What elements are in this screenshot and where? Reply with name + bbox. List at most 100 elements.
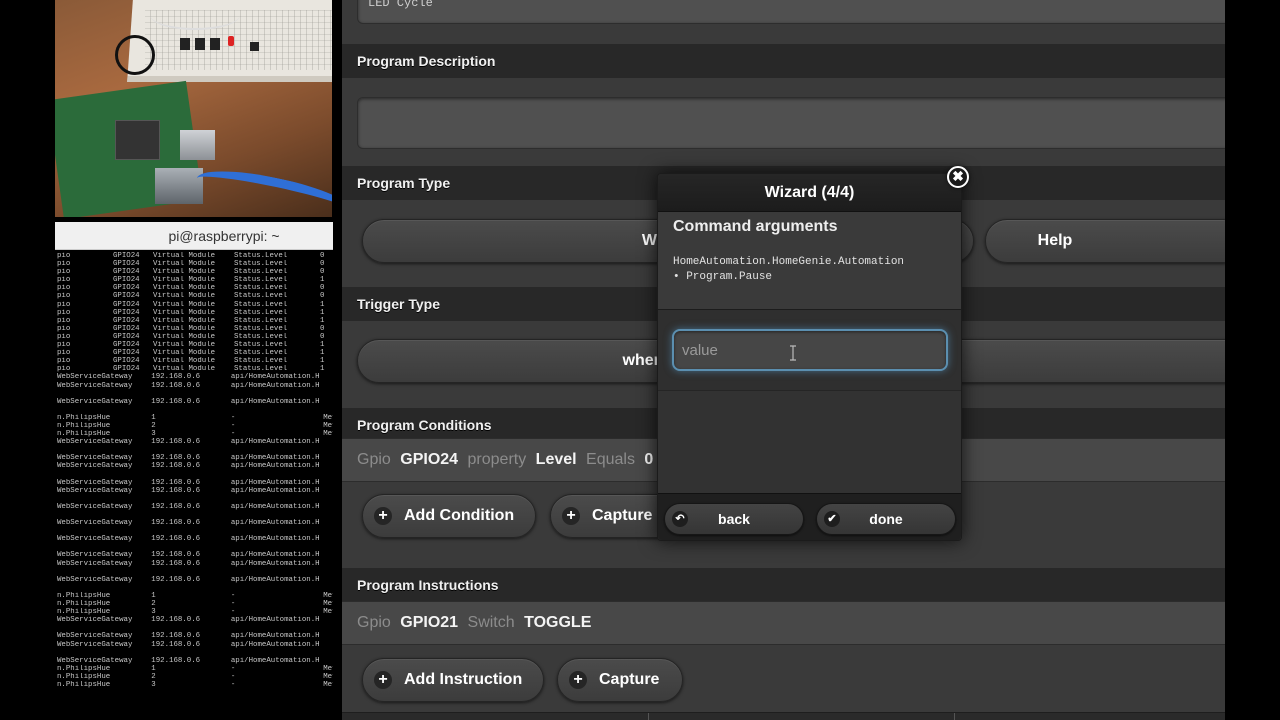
- program-name-field[interactable]: LED Cycle: [357, 0, 1225, 24]
- plus-icon: +: [569, 671, 587, 689]
- terminal-cell: api/HomeAutomation.H: [230, 478, 320, 487]
- terminal-cell: GPIO24: [113, 332, 140, 341]
- terminal-cell: -: [230, 600, 236, 609]
- terminal-cell: WebServiceGateway: [57, 656, 133, 665]
- value-input[interactable]: [672, 329, 948, 371]
- terminal-cell: [151, 471, 231, 479]
- terminal-line: [57, 406, 333, 414]
- terminal-cell: [57, 390, 151, 398]
- program-name-value: LED Cycle: [368, 0, 433, 10]
- terminal-cell: api/HomeAutomation.H: [230, 551, 320, 560]
- terminal-line: n.PhilipsHue 1 - Meter.Watts 0: [57, 665, 333, 673]
- condition-address: GPIO24: [400, 451, 459, 468]
- terminal-line: pio GPIO24 Virtual Module Status.Level 1: [57, 276, 333, 284]
- red-led: [228, 36, 234, 46]
- raspberry-pi-soc: [115, 120, 160, 160]
- terminal-line: n.PhilipsHue 2 - Meter.Watts 0: [57, 600, 333, 608]
- add-condition-button[interactable]: + Add Condition: [362, 494, 536, 538]
- terminal-cell: [231, 584, 323, 592]
- back-button[interactable]: ↶ back: [664, 503, 804, 535]
- terminal-cell: [231, 624, 323, 632]
- terminal-cell: n.PhilipsHue: [57, 664, 111, 673]
- terminal-cell: 2: [151, 421, 156, 430]
- terminal-line: WebServiceGateway 192.168.0.6 api/HomeAuto…: [57, 657, 333, 665]
- terminal-cell: [151, 390, 231, 398]
- terminal-cell: Status.Level: [234, 260, 288, 269]
- terminal-cell: api/HomeAutomation.H: [230, 438, 320, 447]
- wizard-section-title: Command arguments: [673, 218, 838, 235]
- terminal-cell: -: [230, 430, 236, 439]
- terminal-cell: [323, 527, 333, 535]
- terminal-cell: [57, 624, 151, 632]
- capture-instruction-button[interactable]: + Capture: [557, 658, 683, 702]
- terminal-cell: pio: [57, 308, 71, 317]
- terminal-cell: [323, 471, 333, 479]
- terminal-cell: GPIO24: [113, 268, 140, 277]
- instruction-row[interactable]: Gpio GPIO21 Switch TOGGLE: [342, 601, 1225, 645]
- terminal-cell: api/HomeAutomation.H: [230, 575, 320, 584]
- terminal-cell: Meter.Watts 0: [323, 672, 333, 681]
- desktop: pi@raspberrypi: ~ pio GPIO24 Virtual Modul…: [0, 0, 1280, 720]
- terminal-cell: Virtual Module: [153, 365, 216, 374]
- terminal-line: pio GPIO24 Virtual Module Status.Level 1: [57, 341, 333, 349]
- terminal-cell: Status.Level: [234, 276, 288, 285]
- terminal-cell: 3: [151, 608, 156, 617]
- terminal-cell: Status.Level: [234, 292, 288, 301]
- terminal-cell: Status.Level: [234, 268, 288, 277]
- back-label: back: [718, 511, 750, 527]
- terminal-cell: [323, 576, 333, 584]
- add-instruction-button[interactable]: + Add Instruction: [362, 658, 544, 702]
- terminal-cell: [231, 406, 323, 414]
- usb-ports: [180, 130, 215, 160]
- terminal-cell: 1: [151, 591, 156, 600]
- terminal-cell: pio: [57, 300, 71, 309]
- terminal-cell: [323, 519, 333, 527]
- help-button[interactable]: Help: [985, 219, 1225, 263]
- terminal-cell: n.PhilipsHue: [57, 430, 111, 439]
- terminal-cell: 0: [320, 324, 325, 333]
- terminal-line: pio GPIO24 Virtual Module Status.Level 1: [57, 357, 333, 365]
- done-button[interactable]: ✔ done: [816, 503, 956, 535]
- terminal-line: pio GPIO24 Virtual Module Status.Level 0: [57, 268, 333, 276]
- terminal-cell: n.PhilipsHue: [57, 608, 111, 617]
- terminal-cell: 1: [320, 276, 325, 285]
- terminal-cell: api/HomeAutomation.H: [230, 535, 320, 544]
- terminal-window[interactable]: pi@raspberrypi: ~ pio GPIO24 Virtual Modul…: [55, 222, 333, 720]
- terminal-cell: Virtual Module: [153, 300, 216, 309]
- terminal-line: [57, 511, 333, 519]
- add-instruction-label: Add Instruction: [404, 671, 523, 688]
- program-description-field[interactable]: [357, 97, 1225, 149]
- condition-domain: Gpio: [357, 451, 391, 468]
- close-icon[interactable]: ✖: [947, 166, 969, 188]
- terminal-cell: -: [230, 672, 236, 681]
- terminal-title[interactable]: pi@raspberrypi: ~: [55, 222, 333, 250]
- program-description-header: Program Description: [342, 44, 1225, 78]
- instruction-address: GPIO21: [400, 614, 459, 631]
- terminal-cell: [151, 446, 231, 454]
- terminal-cell: [323, 535, 333, 543]
- program-instructions-header: Program Instructions: [342, 568, 1225, 602]
- terminal-line: WebServiceGateway 192.168.0.6 api/HomeAuto…: [57, 487, 333, 495]
- terminal-cell: Virtual Module: [153, 332, 216, 341]
- terminal-cell: api/HomeAutomation.H: [230, 616, 320, 625]
- terminal-cell: 1: [320, 357, 325, 366]
- terminal-cell: n.PhilipsHue: [57, 680, 111, 689]
- terminal-line: n.PhilipsHue 2 - Meter.Watts 0: [57, 422, 333, 430]
- wizard-empty-panel: [658, 390, 961, 493]
- terminal-cell: Status.Level: [234, 365, 288, 374]
- terminal-cell: -: [230, 413, 236, 422]
- breadboard-chip: [250, 42, 259, 51]
- terminal-cell: GPIO24: [113, 324, 140, 333]
- terminal-cell: n.PhilipsHue: [57, 591, 111, 600]
- terminal-cell: Status.Level: [234, 284, 288, 293]
- plus-icon: +: [562, 507, 580, 525]
- terminal-line: pio GPIO24 Virtual Module Status.Level 0: [57, 325, 333, 333]
- terminal-cell: pio: [57, 365, 71, 374]
- wizard-command-text: HomeAutomation.HomeGenie.Automation • Pr…: [673, 255, 904, 285]
- terminal-cell: Status.Level: [234, 316, 288, 325]
- terminal-line: pio GPIO24 Virtual Module Status.Level 1: [57, 301, 333, 309]
- terminal-cell: [323, 543, 333, 551]
- terminal-cell: Virtual Module: [153, 268, 216, 277]
- terminal-cell: 0: [320, 292, 325, 301]
- terminal-cell: [323, 560, 333, 568]
